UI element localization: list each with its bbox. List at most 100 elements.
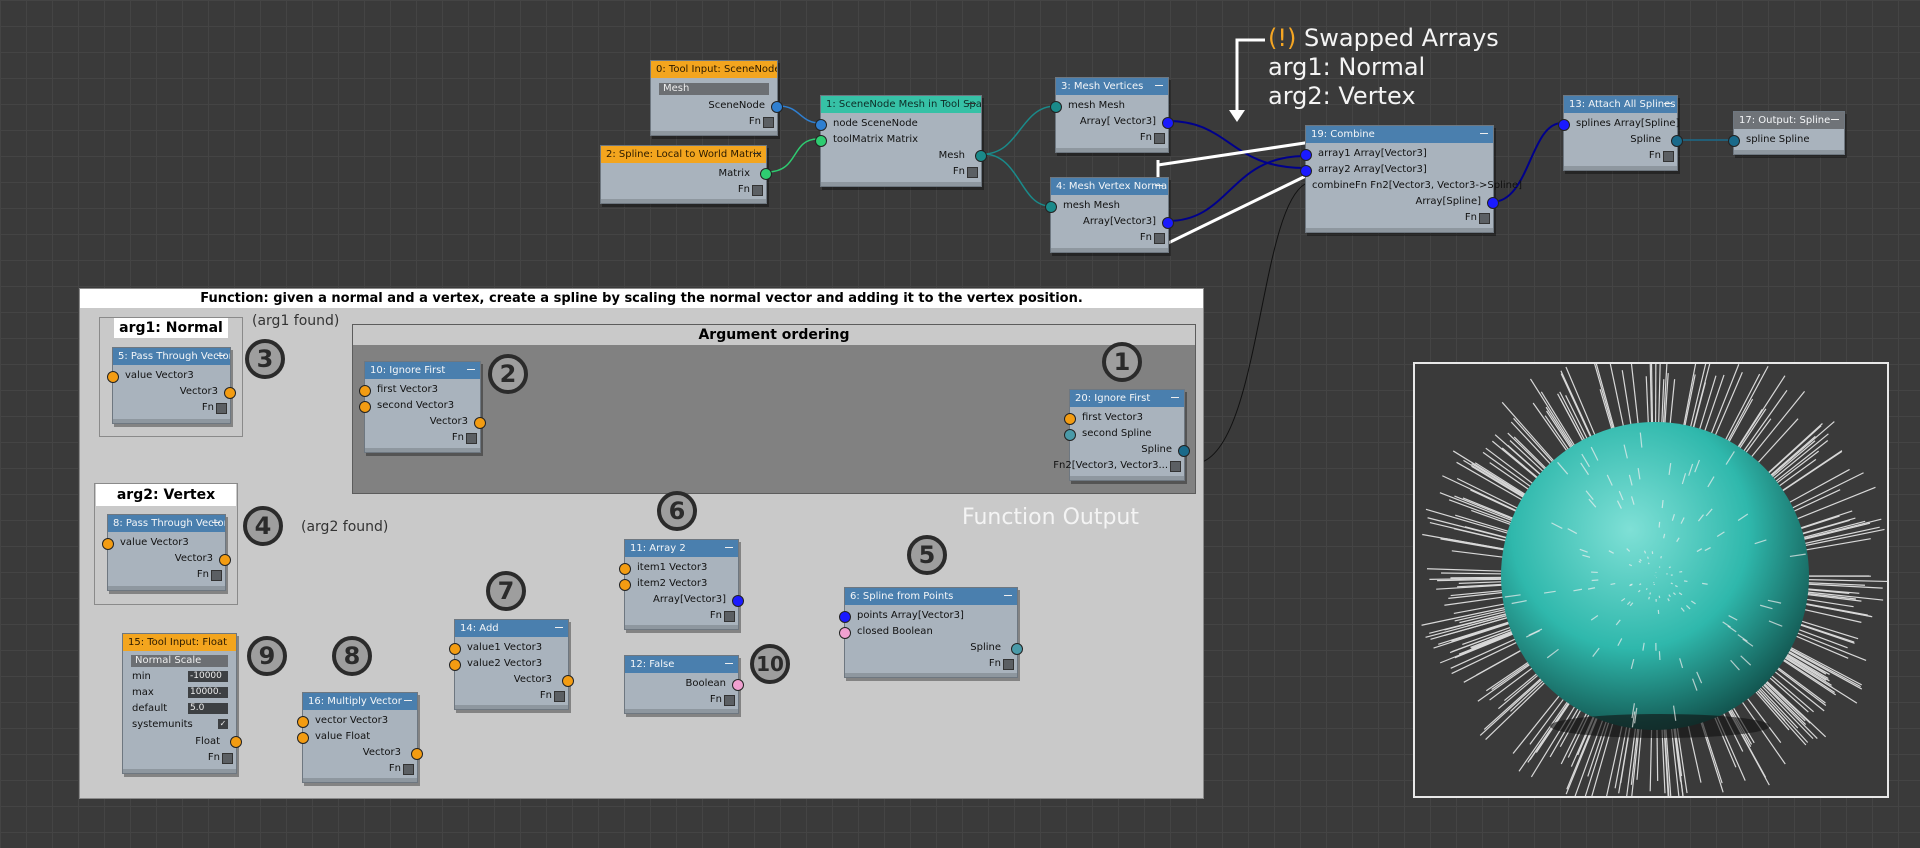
node-header[interactable]: 2: Spline: Local to World Matrix — [601, 146, 766, 163]
node-array-2[interactable]: 11: Array 2 item1 Vector3 item2 Vector3 … — [619, 539, 744, 630]
min-input[interactable]: -10000 — [188, 671, 228, 682]
matrix-output-port[interactable] — [760, 168, 772, 180]
node-header[interactable]: 11: Array 2 — [625, 540, 738, 557]
vector-output-port[interactable] — [474, 417, 486, 429]
fn-port[interactable] — [1663, 151, 1674, 162]
param-name-field[interactable]: Normal Scale — [131, 655, 228, 667]
splines-input-port[interactable] — [1558, 119, 1570, 131]
node-header[interactable]: 16: Multiply Vector — [303, 693, 417, 710]
spline-input-port[interactable] — [1728, 135, 1740, 147]
node-scenenode-mesh[interactable]: 1: SceneNode Mesh in Tool Space node Sce… — [815, 95, 987, 187]
value-input-port[interactable] — [102, 538, 114, 550]
array1-input-port[interactable] — [1300, 149, 1312, 161]
fn-port[interactable] — [466, 433, 477, 444]
node-header[interactable]: 5: Pass Through Vector — [113, 348, 230, 365]
fn-port[interactable] — [222, 753, 233, 764]
value1-input-port[interactable] — [449, 643, 461, 655]
boolean-output-port[interactable] — [732, 679, 744, 691]
value-input-port[interactable] — [107, 371, 119, 383]
fn-port[interactable] — [724, 695, 735, 706]
node-multiply-vector[interactable]: 16: Multiply Vector vector Vector3 value… — [297, 692, 423, 783]
fn-port[interactable] — [403, 764, 414, 775]
function-output-port[interactable] — [1170, 461, 1181, 472]
vector-output-port[interactable] — [411, 748, 423, 760]
value2-input-port[interactable] — [449, 659, 461, 671]
fn-port[interactable] — [554, 691, 565, 702]
node-header[interactable]: 0: Tool Input: SceneNode — [651, 61, 777, 78]
vector-output-port[interactable] — [562, 675, 574, 687]
systemunits-checkbox[interactable]: ✓ — [218, 719, 228, 729]
node-header[interactable]: 14: Add — [455, 620, 568, 637]
first-input-port[interactable] — [1064, 413, 1076, 425]
array-output-port[interactable] — [1487, 197, 1499, 209]
max-input[interactable]: 10000. — [188, 687, 228, 698]
node-header[interactable]: 13: Attach All Splines — [1564, 96, 1677, 113]
node-header[interactable]: 3: Mesh Vertices — [1056, 78, 1168, 95]
array-output-port[interactable] — [1162, 217, 1174, 229]
fn-port[interactable] — [752, 185, 763, 196]
node-header[interactable]: 8: Pass Through Vector — [108, 515, 225, 532]
node-spline-from-points[interactable]: 6: Spline from Points points Array[Vecto… — [839, 587, 1023, 678]
value-input-port[interactable] — [297, 732, 309, 744]
node-output-spline[interactable]: 17: Output: Spline spline Spline — [1728, 111, 1845, 155]
second-input-port[interactable] — [1064, 429, 1076, 441]
node-mesh-vertices[interactable]: 3: Mesh Vertices mesh Mesh Array[ Vector… — [1050, 77, 1174, 153]
fn-port[interactable] — [1154, 233, 1165, 244]
spline-output-port[interactable] — [1011, 643, 1023, 655]
first-input-port[interactable] — [359, 385, 371, 397]
fn-port[interactable] — [211, 570, 222, 581]
node-header[interactable]: 19: Combine — [1306, 126, 1493, 143]
points-input-port[interactable] — [839, 611, 851, 623]
node-header[interactable]: 12: False — [625, 656, 738, 673]
array-output-port[interactable] — [1162, 117, 1174, 129]
vector-output-port[interactable] — [224, 387, 236, 399]
node-attach-all-splines[interactable]: 13: Attach All Splines splines Array[Spl… — [1558, 95, 1683, 171]
mesh-input-port[interactable] — [1045, 201, 1057, 213]
viewport-preview[interactable] — [1413, 362, 1889, 798]
float-output-port[interactable] — [230, 736, 242, 748]
node-pass-through-vector-5[interactable]: 5: Pass Through Vector value Vector3 Vec… — [107, 347, 236, 424]
toolmatrix-input-port[interactable] — [815, 135, 827, 147]
node-ignore-first-20[interactable]: 20: Ignore First first Vector3 second Sp… — [1053, 389, 1190, 481]
item1-input-port[interactable] — [619, 563, 631, 575]
array2-input-port[interactable] — [1300, 165, 1312, 177]
fn-port[interactable] — [724, 611, 735, 622]
fn-port[interactable] — [1479, 213, 1490, 224]
node-ignore-first-10[interactable]: 10: Ignore First first Vector3 second Ve… — [359, 361, 486, 453]
vector-output-port[interactable] — [219, 554, 231, 566]
node-header[interactable]: 20: Ignore First — [1070, 390, 1184, 407]
node-add[interactable]: 14: Add value1 Vector3 value2 Vector3 Ve… — [449, 619, 574, 710]
node-input-port[interactable] — [815, 119, 827, 131]
node-false[interactable]: 12: False Boolean Fn — [624, 655, 744, 714]
node-header[interactable]: 10: Ignore First — [365, 362, 480, 379]
node-spline-local-to-world[interactable]: 2: Spline: Local to World Matrix Matrix … — [600, 145, 772, 204]
node-pass-through-vector-8[interactable]: 8: Pass Through Vector value Vector3 Vec… — [102, 514, 231, 591]
second-input-port[interactable] — [359, 401, 371, 413]
default-input[interactable]: 5.0 — [188, 703, 228, 714]
fn-port[interactable] — [763, 117, 774, 128]
node-header[interactable]: 4: Mesh Vertex Normals — [1051, 178, 1168, 195]
fn-port[interactable] — [967, 167, 978, 178]
spline-output-port[interactable] — [1671, 135, 1683, 147]
fn-port[interactable] — [216, 403, 227, 414]
scenenode-output-port[interactable] — [771, 101, 783, 113]
fn-port[interactable] — [1003, 659, 1014, 670]
node-tool-input-scenenode[interactable]: 0: Tool Input: SceneNode Mesh SceneNode … — [650, 60, 783, 136]
node-header[interactable]: 17: Output: Spline — [1734, 112, 1844, 129]
node-tool-input-float[interactable]: 15: Tool Input: Float Normal Scale min -… — [122, 633, 242, 774]
vector-input-port[interactable] — [297, 716, 309, 728]
fn-port[interactable] — [1154, 133, 1165, 144]
node-header[interactable]: 6: Spline from Points — [845, 588, 1017, 605]
node-mesh-vertex-normals[interactable]: 4: Mesh Vertex Normals mesh Mesh Array[V… — [1045, 177, 1174, 253]
mesh-input-port[interactable] — [1050, 101, 1062, 113]
closed-input-port[interactable] — [839, 627, 851, 639]
node-header[interactable]: 1: SceneNode Mesh in Tool Space — [821, 96, 981, 113]
item2-input-port[interactable] — [619, 579, 631, 591]
scene-node-field[interactable]: Mesh — [659, 83, 769, 95]
array-output-port[interactable] — [732, 595, 744, 607]
mesh-output-port[interactable] — [975, 150, 987, 162]
spline-output-port[interactable] — [1178, 445, 1190, 457]
node-header[interactable]: 15: Tool Input: Float — [123, 634, 236, 651]
node-combine[interactable]: 19: Combine array1 Array[Vector3] array2… — [1300, 125, 1522, 233]
port-label: SceneNode — [708, 100, 765, 111]
